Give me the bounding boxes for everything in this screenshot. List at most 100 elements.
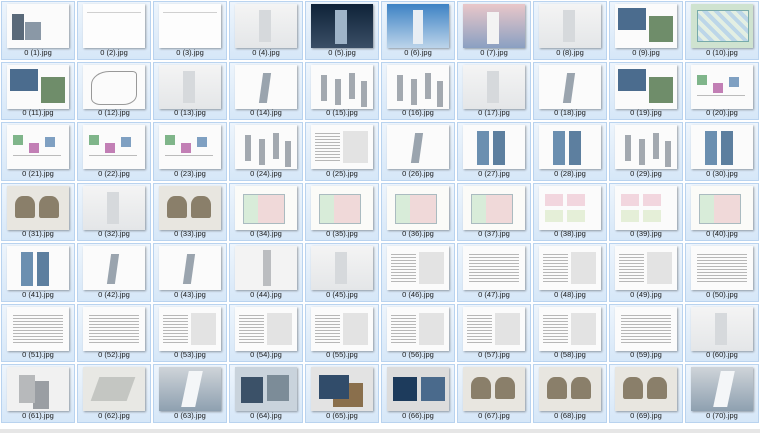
file-name-label: 0 (55).jpg <box>326 350 358 359</box>
file-tile[interactable]: 0 (8).jpg <box>533 1 607 60</box>
file-tile[interactable]: 0 (14).jpg <box>229 61 303 120</box>
file-tile[interactable]: 0 (32).jpg <box>77 182 151 241</box>
file-tile[interactable]: 0 (24).jpg <box>229 122 303 181</box>
file-tile[interactable]: 0 (46).jpg <box>381 243 455 302</box>
file-name-label: 0 (4).jpg <box>252 47 280 57</box>
file-name-label: 0 (67).jpg <box>478 410 510 420</box>
file-tile[interactable]: 0 (20).jpg <box>685 61 759 120</box>
file-tile[interactable]: 0 (26).jpg <box>381 122 455 181</box>
file-tile[interactable]: 0 (69).jpg <box>609 364 683 423</box>
file-tile[interactable]: 0 (15).jpg <box>305 61 379 120</box>
file-tile[interactable]: 0 (49).jpg <box>609 243 683 302</box>
file-name-label: 0 (45).jpg <box>326 289 358 299</box>
file-tile[interactable]: 0 (10).jpg <box>685 1 759 60</box>
file-tile[interactable]: 0 (35).jpg <box>305 182 379 241</box>
file-tile[interactable]: 0 (19).jpg <box>609 61 683 120</box>
file-tile[interactable]: 0 (66).jpg <box>381 364 455 423</box>
file-name-label: 0 (5).jpg <box>328 47 356 57</box>
file-thumbnail <box>83 64 145 109</box>
file-tile[interactable]: 0 (41).jpg <box>1 243 75 302</box>
file-thumbnail <box>311 246 373 290</box>
file-tile[interactable]: 0 (67).jpg <box>457 364 531 423</box>
file-tile[interactable]: 0 (63).jpg <box>153 364 227 423</box>
file-tile[interactable]: 0 (56).jpg <box>381 303 455 362</box>
file-tile[interactable]: 0 (16).jpg <box>381 61 455 120</box>
file-thumbnail <box>311 4 373 48</box>
file-tile[interactable]: 0 (64).jpg <box>229 364 303 423</box>
file-thumbnail <box>311 306 373 351</box>
file-tile[interactable]: 0 (60).jpg <box>685 303 759 362</box>
file-name-label: 0 (68).jpg <box>554 410 586 420</box>
file-tile[interactable]: 0 (11).jpg <box>1 61 75 120</box>
file-name-label: 0 (31).jpg <box>22 229 54 238</box>
file-tile[interactable]: 0 (57).jpg <box>457 303 531 362</box>
file-name-label: 0 (46).jpg <box>402 289 434 299</box>
file-tile[interactable]: 0 (65).jpg <box>305 364 379 423</box>
file-tile[interactable]: 0 (28).jpg <box>533 122 607 181</box>
file-tile[interactable]: 0 (23).jpg <box>153 122 227 181</box>
file-tile[interactable]: 0 (54).jpg <box>229 303 303 362</box>
file-name-label: 0 (35).jpg <box>326 229 358 238</box>
file-tile[interactable]: 0 (61).jpg <box>1 364 75 423</box>
file-tile[interactable]: 0 (34).jpg <box>229 182 303 241</box>
file-tile[interactable]: 0 (53).jpg <box>153 303 227 362</box>
file-tile[interactable]: 0 (9).jpg <box>609 1 683 60</box>
file-thumbnail <box>539 306 601 351</box>
file-tile[interactable]: 0 (55).jpg <box>305 303 379 362</box>
horizontal-scrollbar[interactable] <box>0 429 760 433</box>
file-name-label: 0 (66).jpg <box>402 410 434 420</box>
file-tile[interactable]: 0 (42).jpg <box>77 243 151 302</box>
file-thumbnail <box>311 64 373 109</box>
file-tile[interactable]: 0 (7).jpg <box>457 1 531 60</box>
file-name-label: 0 (18).jpg <box>554 108 586 117</box>
file-tile[interactable]: 0 (25).jpg <box>305 122 379 181</box>
file-thumbnail <box>387 64 449 109</box>
file-tile[interactable]: 0 (68).jpg <box>533 364 607 423</box>
file-tile[interactable]: 0 (44).jpg <box>229 243 303 302</box>
file-tile[interactable]: 0 (51).jpg <box>1 303 75 362</box>
file-name-label: 0 (69).jpg <box>630 410 662 420</box>
file-tile[interactable]: 0 (50).jpg <box>685 243 759 302</box>
file-tile[interactable]: 0 (40).jpg <box>685 182 759 241</box>
file-thumbnail <box>311 125 373 169</box>
file-tile[interactable]: 0 (39).jpg <box>609 182 683 241</box>
file-tile[interactable]: 0 (17).jpg <box>457 61 531 120</box>
file-name-label: 0 (58).jpg <box>554 350 586 359</box>
file-tile[interactable]: 0 (43).jpg <box>153 243 227 302</box>
file-tile[interactable]: 0 (3).jpg <box>153 1 227 60</box>
file-name-label: 0 (28).jpg <box>554 168 586 178</box>
file-tile[interactable]: 0 (5).jpg <box>305 1 379 60</box>
file-tile[interactable]: 0 (36).jpg <box>381 182 455 241</box>
file-tile[interactable]: 0 (37).jpg <box>457 182 531 241</box>
file-thumbnail <box>539 246 601 290</box>
file-tile[interactable]: 0 (29).jpg <box>609 122 683 181</box>
file-tile[interactable]: 0 (6).jpg <box>381 1 455 60</box>
file-tile[interactable]: 0 (31).jpg <box>1 182 75 241</box>
file-name-label: 0 (15).jpg <box>326 108 358 117</box>
file-tile[interactable]: 0 (33).jpg <box>153 182 227 241</box>
file-tile[interactable]: 0 (47).jpg <box>457 243 531 302</box>
file-tile[interactable]: 0 (13).jpg <box>153 61 227 120</box>
file-tile[interactable]: 0 (48).jpg <box>533 243 607 302</box>
file-name-label: 0 (56).jpg <box>402 350 434 359</box>
file-tile[interactable]: 0 (21).jpg <box>1 122 75 181</box>
file-tile[interactable]: 0 (4).jpg <box>229 1 303 60</box>
file-tile[interactable]: 0 (12).jpg <box>77 61 151 120</box>
file-tile[interactable]: 0 (18).jpg <box>533 61 607 120</box>
file-tile[interactable]: 0 (22).jpg <box>77 122 151 181</box>
file-tile[interactable]: 0 (27).jpg <box>457 122 531 181</box>
file-name-label: 0 (62).jpg <box>98 410 130 420</box>
file-tile[interactable]: 0 (38).jpg <box>533 182 607 241</box>
file-tile[interactable]: 0 (52).jpg <box>77 303 151 362</box>
file-tile[interactable]: 0 (70).jpg <box>685 364 759 423</box>
file-tile[interactable]: 0 (2).jpg <box>77 1 151 60</box>
file-tile[interactable]: 0 (59).jpg <box>609 303 683 362</box>
file-tile[interactable]: 0 (30).jpg <box>685 122 759 181</box>
file-thumbnail <box>7 367 69 411</box>
file-name-label: 0 (41).jpg <box>22 289 54 299</box>
file-name-label: 0 (2).jpg <box>100 47 128 57</box>
file-tile[interactable]: 0 (58).jpg <box>533 303 607 362</box>
file-tile[interactable]: 0 (62).jpg <box>77 364 151 423</box>
file-tile[interactable]: 0 (45).jpg <box>305 243 379 302</box>
file-tile[interactable]: 0 (1).jpg <box>1 1 75 60</box>
